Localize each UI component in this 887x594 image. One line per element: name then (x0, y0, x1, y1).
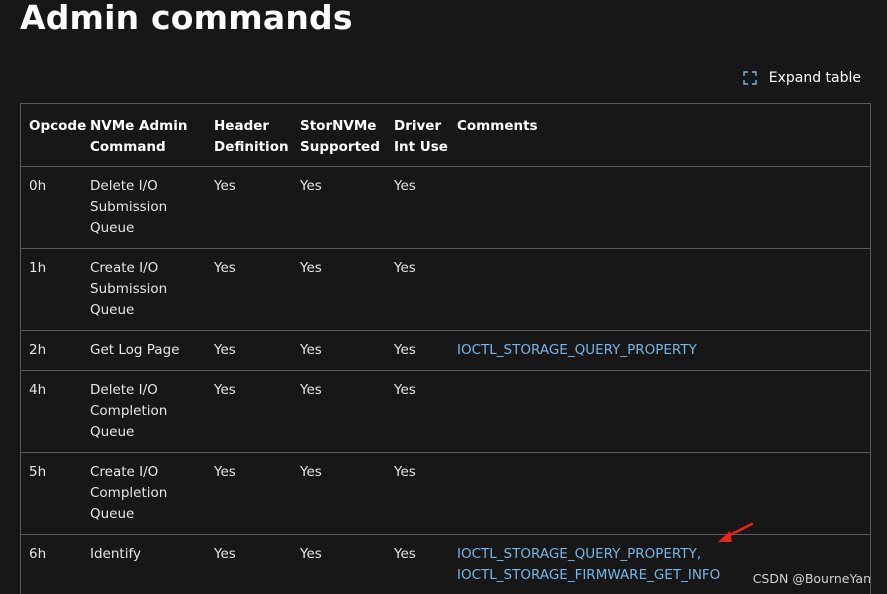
column-header-line: StorNVMe (300, 118, 377, 134)
comments-cell (457, 167, 870, 249)
command-cell: Create I/O Submission Queue (90, 249, 214, 331)
table-row: 0h Delete I/O Submission Queue Yes Yes Yes (21, 167, 870, 249)
command-line: Completion (90, 485, 168, 501)
driver-int-use-cell: Yes (394, 342, 416, 358)
column-header: Header Definition (214, 104, 300, 167)
command-line: Completion (90, 403, 168, 419)
ioctl-link[interactable]: IOCTL_STORAGE_QUERY_PROPERTY (457, 340, 870, 361)
column-header: Driver Int Use (394, 104, 457, 167)
stornvme-supported-cell: Yes (300, 382, 322, 398)
expand-table-button[interactable]: Expand table (743, 70, 861, 86)
table-row: 2h Get Log Page Yes Yes Yes IOCTL_STORAGE_QUE… (21, 331, 870, 371)
driver-int-use-cell: Yes (394, 546, 416, 562)
column-header-line: Supported (300, 139, 380, 155)
comments-cell: IOCTL_STORAGE_QUERY_PROPERTY (457, 331, 870, 371)
watermark: CSDN @BourneYan (752, 571, 871, 586)
header-definition-cell: Yes (214, 260, 236, 276)
command-cell: Get Log Page (90, 331, 214, 371)
command-cell: Delete I/O Submission Queue (90, 167, 214, 249)
command-line: Submission (90, 199, 168, 215)
column-header: StorNVMe Supported (300, 104, 394, 167)
opcode-cell: 2h (29, 342, 47, 358)
column-header-line: Comments (457, 118, 538, 134)
opcode-cell: 0h (29, 178, 47, 194)
opcode-cell: 6h (29, 546, 47, 562)
header-definition-cell: Yes (214, 382, 236, 398)
column-header: Opcode (21, 104, 90, 167)
red-arrow-icon (718, 522, 754, 542)
opcode-cell: 5h (29, 464, 47, 480)
command-line: Delete I/O (90, 178, 158, 194)
opcode-cell: 1h (29, 260, 47, 276)
ioctl-link[interactable]: IOCTL_STORAGE_QUERY_PROPERTY, (457, 544, 870, 565)
command-cell: Create I/O Completion Queue (90, 453, 214, 535)
column-header-line: Definition (214, 139, 289, 155)
header-definition-cell: Yes (214, 178, 236, 194)
stornvme-supported-cell: Yes (300, 178, 322, 194)
column-header-line: Command (90, 139, 166, 155)
column-header: Comments (457, 104, 870, 167)
column-header-line: Opcode (29, 118, 87, 134)
stornvme-supported-cell: Yes (300, 260, 322, 276)
command-line: Submission (90, 281, 168, 297)
comments-cell (457, 371, 870, 453)
table-row: 4h Delete I/O Completion Queue Yes Yes Yes (21, 371, 870, 453)
table-row: 1h Create I/O Submission Queue Yes Yes Yes (21, 249, 870, 331)
driver-int-use-cell: Yes (394, 464, 416, 480)
command-line: Queue (90, 424, 135, 440)
page-title: Admin commands (20, 0, 353, 37)
expand-corners-icon (743, 71, 757, 85)
command-line: Create I/O (90, 260, 159, 276)
command-cell: Identify (90, 535, 214, 594)
command-line: Delete I/O (90, 382, 158, 398)
stornvme-supported-cell: Yes (300, 342, 322, 358)
column-header-line: NVMe Admin (90, 118, 188, 134)
table-header-row: Opcode NVMe Admin Command Header Definition S… (21, 104, 870, 167)
expand-table-label: Expand table (768, 70, 861, 86)
column-header: NVMe Admin Command (90, 104, 214, 167)
header-definition-cell: Yes (214, 342, 236, 358)
command-line: Get Log Page (90, 342, 180, 358)
header-definition-cell: Yes (214, 464, 236, 480)
comments-cell (457, 453, 870, 535)
opcode-cell: 4h (29, 382, 47, 398)
page: Admin commands Expand table Opcode NVMe A… (0, 0, 887, 594)
command-line: Identify (90, 546, 141, 562)
column-header-line: Int Use (394, 139, 448, 155)
command-line: Create I/O (90, 464, 159, 480)
admin-commands-table: Opcode NVMe Admin Command Header Definition S… (21, 104, 870, 594)
header-definition-cell: Yes (214, 546, 236, 562)
column-header-line: Driver (394, 118, 442, 134)
comments-cell (457, 249, 870, 331)
driver-int-use-cell: Yes (394, 260, 416, 276)
driver-int-use-cell: Yes (394, 382, 416, 398)
command-line: Queue (90, 220, 135, 236)
column-header-line: Header (214, 118, 270, 134)
driver-int-use-cell: Yes (394, 178, 416, 194)
command-line: Queue (90, 506, 135, 522)
stornvme-supported-cell: Yes (300, 464, 322, 480)
stornvme-supported-cell: Yes (300, 546, 322, 562)
command-line: Queue (90, 302, 135, 318)
command-cell: Delete I/O Completion Queue (90, 371, 214, 453)
admin-commands-table-container[interactable]: Opcode NVMe Admin Command Header Definition S… (20, 103, 871, 594)
